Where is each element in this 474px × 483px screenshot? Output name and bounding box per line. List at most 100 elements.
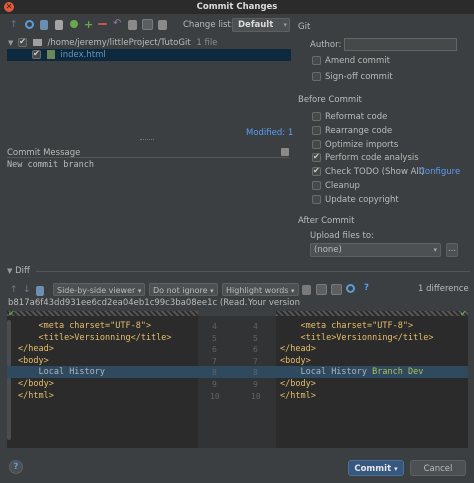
signoff-commit-checkbox[interactable]: [312, 72, 321, 81]
viewer-mode-dropdown[interactable]: Side-by-side viewer ▾: [53, 283, 146, 296]
right-status-check-icon: ✔: [460, 309, 467, 318]
left-line: </body>: [18, 379, 54, 389]
commit-message-history-icon[interactable]: [281, 148, 289, 156]
before-commit-option-cleanup[interactable]: Cleanup: [312, 180, 360, 192]
left-line: </html>: [18, 391, 54, 401]
before-commit-option-analysis[interactable]: Perform code analysis: [312, 151, 419, 164]
author-input[interactable]: [344, 38, 457, 51]
collapse-unchanged-icon[interactable]: [302, 285, 311, 295]
cleanup-checkbox[interactable]: [312, 181, 321, 190]
show-line-numbers-icon[interactable]: [331, 284, 342, 295]
help-icon: ?: [13, 462, 19, 472]
right-version-title: Your version: [248, 298, 300, 308]
before-commit-option-copyright[interactable]: Update copyright: [312, 194, 399, 206]
chevron-down-icon: ▾: [283, 21, 287, 29]
previous-difference-icon[interactable]: ↑: [10, 285, 20, 295]
right-line: <meta charset="UTF-8">: [300, 321, 414, 331]
collapse-all-icon[interactable]: [158, 20, 167, 30]
file-name: index.html: [60, 50, 106, 60]
group-by-icon[interactable]: [128, 20, 137, 30]
chevron-down-icon: ▾: [210, 287, 214, 295]
add-changelist-icon[interactable]: [70, 20, 78, 28]
perform-code-analysis-label: Perform code analysis: [325, 153, 419, 163]
signoff-commit-label: Sign-off commit: [325, 72, 393, 82]
chevron-down-icon[interactable]: ▼: [8, 39, 13, 47]
ignore-whitespace-dropdown[interactable]: Do not ignore ▾: [149, 283, 218, 296]
tree-root-row[interactable]: ▼ /home/jeremy/littleProject/TutoGit 1 f…: [8, 36, 292, 49]
sync-scroll-icon[interactable]: [316, 284, 327, 295]
highlight-mode-value: Highlight words: [226, 286, 289, 295]
signoff-commit-option[interactable]: Sign-off commit: [312, 71, 393, 83]
changes-toolbar: ↑ + ↶ Change list: Default ▾: [0, 16, 295, 34]
diff-icon[interactable]: [40, 20, 48, 30]
file-checkbox[interactable]: [32, 48, 41, 60]
before-commit-option-optimize[interactable]: Optimize imports: [312, 139, 398, 151]
cleanup-label: Cleanup: [325, 181, 360, 191]
close-window-button[interactable]: ✕: [4, 2, 14, 12]
configure-link[interactable]: Configure: [419, 166, 460, 178]
update-copyright-checkbox[interactable]: [312, 195, 321, 204]
author-label: Author:: [310, 40, 342, 50]
commit-message-input[interactable]: New commit branch: [7, 160, 291, 258]
diff-header[interactable]: ▼ Diff: [7, 266, 30, 276]
tree-file-row[interactable]: index.html: [32, 48, 106, 61]
root-path: /home/jeremy/littleProject/TutoGit: [47, 38, 191, 48]
left-line-changed: Local History: [38, 367, 106, 377]
left-version-title: b817a6f43dd931ee6cd2ea04eb1c99c3ba08ee1c…: [8, 298, 248, 308]
right-line-changed: Local History Branch Dev: [300, 367, 424, 377]
upload-files-dropdown[interactable]: (none) ▾: [310, 243, 441, 257]
expand-all-icon[interactable]: [142, 19, 153, 30]
cancel-button[interactable]: Cancel: [410, 460, 466, 476]
before-commit-option-todo[interactable]: Check TODO (Show All): [312, 165, 424, 178]
optimize-imports-label: Optimize imports: [325, 140, 399, 150]
amend-commit-checkbox[interactable]: [312, 56, 321, 65]
add-icon[interactable]: +: [84, 18, 94, 31]
splitter-handle[interactable]: [140, 139, 154, 142]
changelist-label: Change list:: [183, 20, 234, 30]
highlight-mode-dropdown[interactable]: Highlight words ▾: [222, 283, 299, 296]
left-line: </head>: [18, 344, 54, 354]
chevron-down-icon: ▾: [291, 287, 295, 295]
next-difference-icon[interactable]: ↓: [23, 285, 33, 295]
remove-icon[interactable]: [98, 23, 107, 25]
changelist-dropdown[interactable]: Default ▾: [232, 18, 290, 32]
right-line: </head>: [280, 344, 316, 354]
right-line: </html>: [280, 391, 316, 401]
reformat-code-checkbox[interactable]: [312, 112, 321, 121]
arrow-up-icon[interactable]: ↑: [10, 20, 20, 30]
before-commit-option-rearrange[interactable]: Rearrange code: [312, 125, 392, 137]
folder-icon: [32, 39, 42, 46]
html-file-icon: [46, 50, 55, 59]
after-commit-header: After Commit: [298, 216, 355, 226]
move-to-changelist-icon[interactable]: [55, 20, 63, 30]
root-checkbox[interactable]: [18, 36, 28, 48]
optimize-imports-checkbox[interactable]: [312, 140, 321, 149]
check-todo-checkbox[interactable]: [312, 165, 321, 177]
update-copyright-label: Update copyright: [325, 195, 399, 205]
rearrange-code-checkbox[interactable]: [312, 126, 321, 135]
before-commit-option-reformat[interactable]: Reformat code: [312, 111, 387, 123]
chevron-down-icon: ▾: [137, 287, 142, 295]
amend-commit-label: Amend commit: [325, 56, 390, 66]
edit-source-icon[interactable]: [36, 286, 44, 296]
viewer-mode-value: Side-by-side viewer: [57, 286, 136, 295]
before-commit-header: Before Commit: [298, 95, 362, 105]
commit-button-label: Commit: [354, 464, 392, 474]
changelist-value: Default: [238, 20, 274, 30]
commit-button[interactable]: Commit ▾: [348, 460, 404, 476]
left-scroll-marker: [7, 311, 198, 316]
chevron-down-icon[interactable]: ▼: [7, 267, 12, 275]
cancel-button-label: Cancel: [423, 464, 453, 474]
diff-help-icon[interactable]: ?: [364, 283, 369, 293]
refresh-icon[interactable]: [25, 20, 34, 29]
upload-files-label: Upload files to:: [310, 231, 374, 241]
help-button[interactable]: ?: [9, 460, 23, 474]
left-diff-scrollbar[interactable]: [7, 320, 11, 440]
upload-more-button[interactable]: ...: [446, 243, 458, 257]
revert-icon[interactable]: ↶: [113, 18, 123, 29]
amend-commit-option[interactable]: Amend commit: [312, 55, 390, 67]
diff-separator: [36, 271, 470, 272]
settings-gear-icon[interactable]: [346, 284, 355, 293]
ignore-whitespace-value: Do not ignore: [153, 286, 208, 295]
perform-code-analysis-checkbox[interactable]: [312, 151, 321, 163]
